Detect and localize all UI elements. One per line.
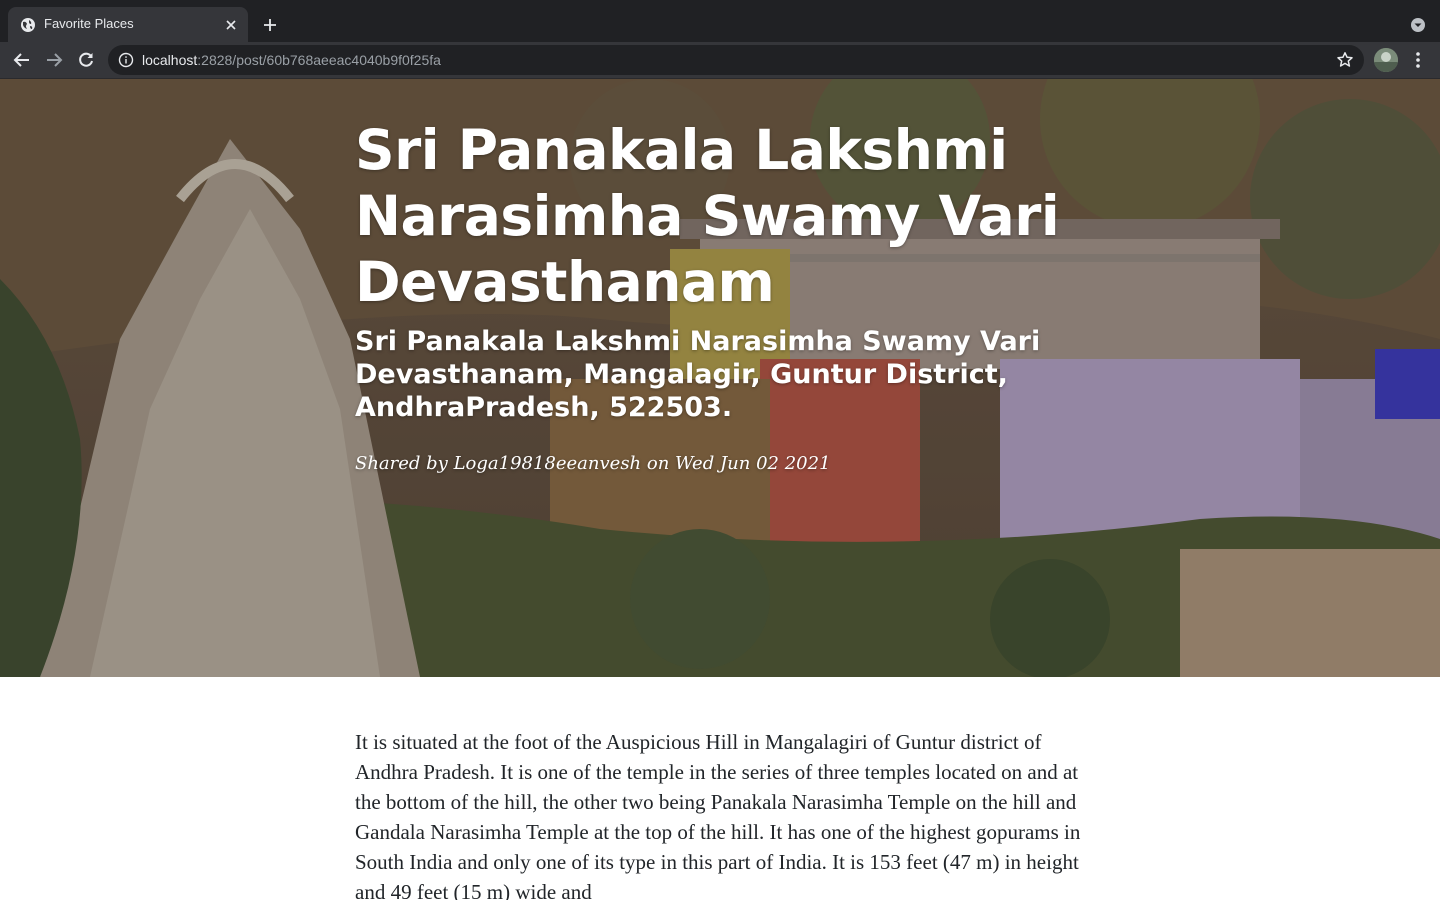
url-path: :2828/post/60b768aeeac4040b9f0f25fa [197, 52, 441, 68]
info-icon[interactable] [118, 52, 134, 68]
reload-icon[interactable] [74, 48, 98, 72]
tab-search-icon[interactable] [1407, 14, 1429, 36]
bookmark-star-icon[interactable] [1336, 51, 1354, 69]
profile-avatar[interactable] [1374, 48, 1398, 72]
post-title: Sri Panakala Lakshmi Narasimha Swamy Var… [355, 118, 1060, 314]
browser-toolbar: localhost:2828/post/60b768aeeac4040b9f0f… [0, 42, 1440, 79]
forward-icon[interactable] [42, 48, 66, 72]
address-bar[interactable]: localhost:2828/post/60b768aeeac4040b9f0f… [108, 45, 1364, 75]
back-icon[interactable] [10, 48, 34, 72]
post-body: It is situated at the foot of the Auspic… [355, 730, 1081, 900]
new-tab-icon[interactable] [259, 14, 281, 36]
globe-icon [21, 18, 35, 32]
browser-tab[interactable]: Favorite Places [8, 7, 248, 42]
tab-title: Favorite Places [44, 16, 134, 31]
url-host: localhost [142, 52, 198, 68]
post-subtitle: Sri Panakala Lakshmi Narasimha Swamy Var… [355, 326, 1041, 423]
kebab-menu-icon[interactable] [1408, 48, 1428, 72]
post-meta: Shared by Loga19818eeanvesh on Wed Jun 0… [355, 453, 831, 474]
browser-tab-bar: Favorite Places [0, 0, 1440, 42]
url-text: localhost:2828/post/60b768aeeac4040b9f0f… [142, 52, 441, 68]
post-hero: Sri Panakala Lakshmi Narasimha Swamy Var… [0, 79, 1440, 677]
close-tab-icon[interactable] [222, 16, 240, 34]
